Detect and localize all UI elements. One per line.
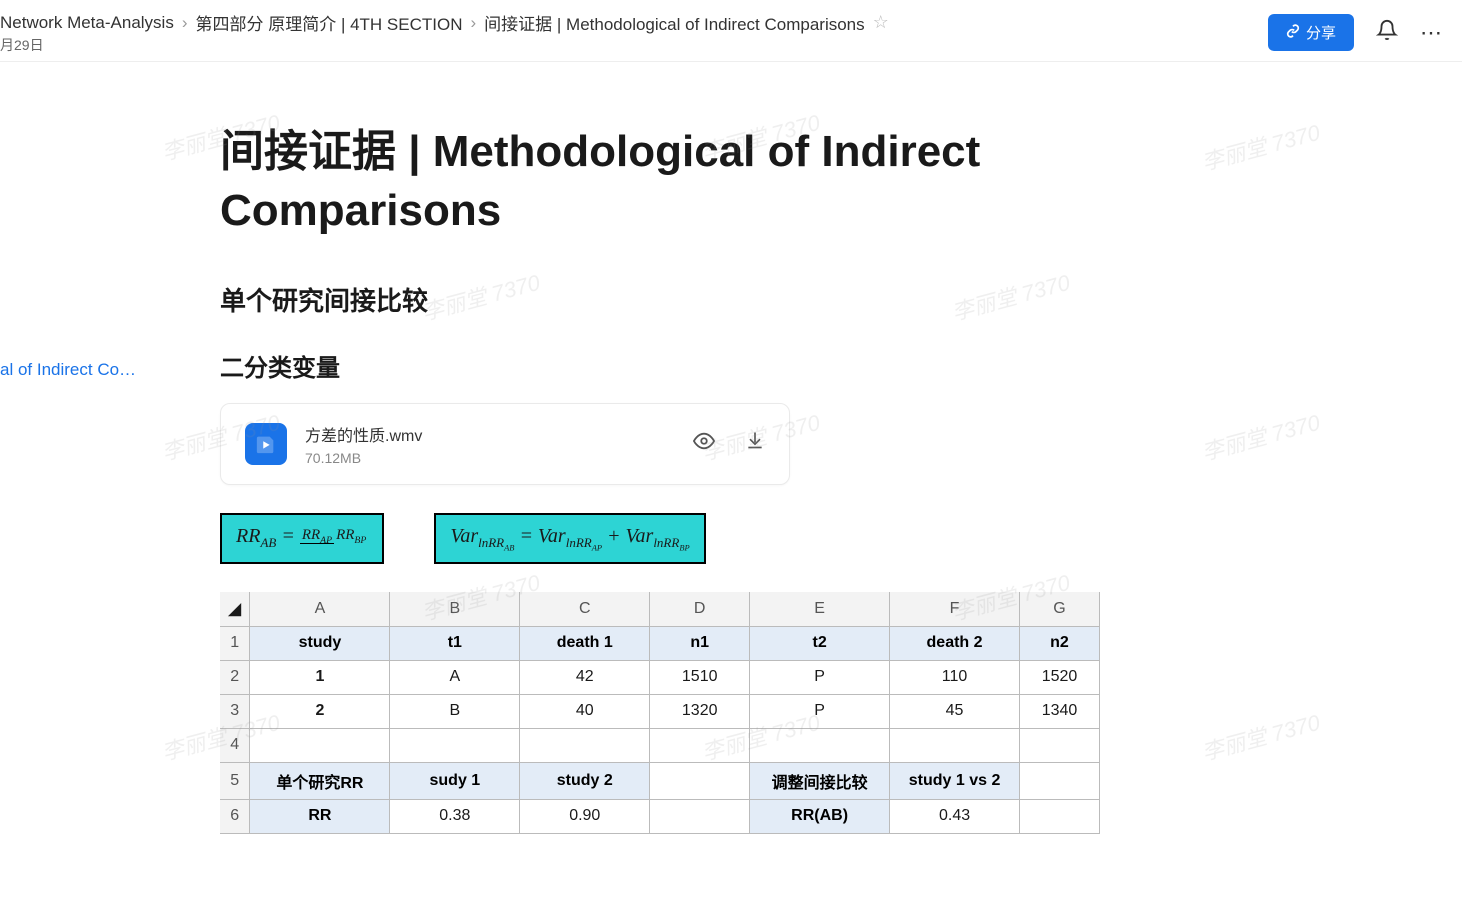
cell[interactable]: 1320 bbox=[650, 694, 750, 728]
heading-2: 单个研究间接比较 bbox=[220, 281, 1100, 318]
cell[interactable]: n2 bbox=[1020, 626, 1100, 660]
cell[interactable]: 0.90 bbox=[520, 799, 650, 833]
cell[interactable]: sudy 1 bbox=[390, 762, 520, 799]
cell[interactable] bbox=[1020, 728, 1100, 762]
file-actions bbox=[693, 430, 765, 458]
cell[interactable]: t2 bbox=[750, 626, 890, 660]
breadcrumb-item-0[interactable]: Network Meta-Analysis bbox=[0, 13, 174, 33]
col-header-f[interactable]: F bbox=[890, 592, 1020, 626]
col-header-c[interactable]: C bbox=[520, 592, 650, 626]
row-header[interactable]: 1 bbox=[220, 626, 250, 660]
cell[interactable] bbox=[1020, 762, 1100, 799]
cell[interactable]: P bbox=[750, 660, 890, 694]
cell[interactable]: 1520 bbox=[1020, 660, 1100, 694]
cell[interactable]: 42 bbox=[520, 660, 650, 694]
breadcrumb-sep: › bbox=[182, 13, 188, 33]
table-row: 4 bbox=[220, 728, 1100, 762]
cell[interactable] bbox=[650, 728, 750, 762]
formula-rr: RRAB = RRAPRRBP bbox=[220, 513, 384, 565]
cell[interactable]: study 2 bbox=[520, 762, 650, 799]
cell[interactable]: 1340 bbox=[1020, 694, 1100, 728]
row-header[interactable]: 6 bbox=[220, 799, 250, 833]
cell[interactable]: P bbox=[750, 694, 890, 728]
bell-icon[interactable] bbox=[1376, 19, 1398, 47]
spreadsheet: ◢ A B C D E F G 1 study t1 death 1 n1 t2… bbox=[220, 592, 1100, 834]
table-row: 3 2 B 40 1320 P 45 1340 bbox=[220, 694, 1100, 728]
date-stamp: 月29日 bbox=[0, 35, 889, 55]
table-row: 5 单个研究RR sudy 1 study 2 调整间接比较 study 1 v… bbox=[220, 762, 1100, 799]
cell[interactable]: 0.38 bbox=[390, 799, 520, 833]
cell[interactable] bbox=[650, 799, 750, 833]
cell[interactable]: 40 bbox=[520, 694, 650, 728]
table-row: 6 RR 0.38 0.90 RR(AB) 0.43 bbox=[220, 799, 1100, 833]
preview-icon[interactable] bbox=[693, 430, 715, 458]
row-header[interactable]: 5 bbox=[220, 762, 250, 799]
cell[interactable]: A bbox=[390, 660, 520, 694]
breadcrumb-item-1[interactable]: 第四部分 原理简介 | 4TH SECTION bbox=[196, 10, 463, 35]
watermark-text: 李丽堂 7370 bbox=[1198, 405, 1323, 467]
col-header-g[interactable]: G bbox=[1020, 592, 1100, 626]
cell[interactable]: death 1 bbox=[520, 626, 650, 660]
breadcrumb-sep: › bbox=[471, 13, 477, 33]
row-header[interactable]: 2 bbox=[220, 660, 250, 694]
cell[interactable]: RR(AB) bbox=[750, 799, 890, 833]
cell[interactable] bbox=[520, 728, 650, 762]
header-actions: 分享 ⋯ bbox=[1268, 14, 1442, 51]
file-meta: 方差的性质.wmv 70.12MB bbox=[305, 422, 693, 466]
row-header[interactable]: 4 bbox=[220, 728, 250, 762]
cell[interactable]: 2 bbox=[250, 694, 390, 728]
watermark-text: 李丽堂 7370 bbox=[1198, 705, 1323, 767]
more-icon[interactable]: ⋯ bbox=[1420, 20, 1442, 46]
formula-var: VarlnRRAB = VarlnRRAP + VarlnRRBP bbox=[434, 513, 705, 565]
col-header-d[interactable]: D bbox=[650, 592, 750, 626]
file-name: 方差的性质.wmv bbox=[305, 422, 693, 446]
cell[interactable]: n1 bbox=[650, 626, 750, 660]
table-row: 1 study t1 death 1 n1 t2 death 2 n2 bbox=[220, 626, 1100, 660]
sheet-corner[interactable]: ◢ bbox=[220, 592, 250, 626]
col-header-a[interactable]: A bbox=[250, 592, 390, 626]
table-row: 2 1 A 42 1510 P 110 1520 bbox=[220, 660, 1100, 694]
formula-row: RRAB = RRAPRRBP VarlnRRAB = VarlnRRAP + … bbox=[220, 513, 1100, 565]
cell[interactable]: death 2 bbox=[890, 626, 1020, 660]
download-icon[interactable] bbox=[745, 430, 765, 458]
main-content: 间接证据 | Methodological of Indirect Compar… bbox=[0, 62, 1100, 834]
file-size: 70.12MB bbox=[305, 450, 693, 466]
breadcrumb-item-2[interactable]: 间接证据 | Methodological of Indirect Compar… bbox=[484, 10, 864, 35]
share-label: 分享 bbox=[1306, 22, 1336, 43]
breadcrumb-wrap: Network Meta-Analysis › 第四部分 原理简介 | 4TH … bbox=[0, 10, 889, 55]
cell[interactable]: 1510 bbox=[650, 660, 750, 694]
cell[interactable]: t1 bbox=[390, 626, 520, 660]
row-header[interactable]: 3 bbox=[220, 694, 250, 728]
video-file-icon bbox=[245, 423, 287, 465]
cell[interactable]: 110 bbox=[890, 660, 1020, 694]
sidebar-toc-fragment[interactable]: al of Indirect Co… bbox=[0, 360, 136, 380]
cell[interactable] bbox=[650, 762, 750, 799]
page-title: 间接证据 | Methodological of Indirect Compar… bbox=[220, 122, 1100, 241]
cell[interactable]: B bbox=[390, 694, 520, 728]
cell[interactable]: 1 bbox=[250, 660, 390, 694]
cell[interactable]: study 1 vs 2 bbox=[890, 762, 1020, 799]
col-header-e[interactable]: E bbox=[750, 592, 890, 626]
breadcrumb: Network Meta-Analysis › 第四部分 原理简介 | 4TH … bbox=[0, 10, 889, 35]
heading-3: 二分类变量 bbox=[220, 348, 1100, 383]
cell[interactable] bbox=[890, 728, 1020, 762]
star-icon[interactable]: ☆ bbox=[873, 12, 889, 33]
cell[interactable]: 单个研究RR bbox=[250, 762, 390, 799]
cell[interactable]: 调整间接比较 bbox=[750, 762, 890, 799]
col-header-b[interactable]: B bbox=[390, 592, 520, 626]
cell[interactable] bbox=[250, 728, 390, 762]
share-button[interactable]: 分享 bbox=[1268, 14, 1354, 51]
topbar: Network Meta-Analysis › 第四部分 原理简介 | 4TH … bbox=[0, 0, 1462, 62]
cell[interactable]: study bbox=[250, 626, 390, 660]
cell[interactable]: RR bbox=[250, 799, 390, 833]
link-icon bbox=[1286, 24, 1300, 42]
file-card[interactable]: 方差的性质.wmv 70.12MB bbox=[220, 403, 790, 485]
cell[interactable] bbox=[750, 728, 890, 762]
cell[interactable] bbox=[1020, 799, 1100, 833]
watermark-text: 李丽堂 7370 bbox=[1198, 115, 1323, 177]
cell[interactable]: 45 bbox=[890, 694, 1020, 728]
cell[interactable] bbox=[390, 728, 520, 762]
cell[interactable]: 0.43 bbox=[890, 799, 1020, 833]
